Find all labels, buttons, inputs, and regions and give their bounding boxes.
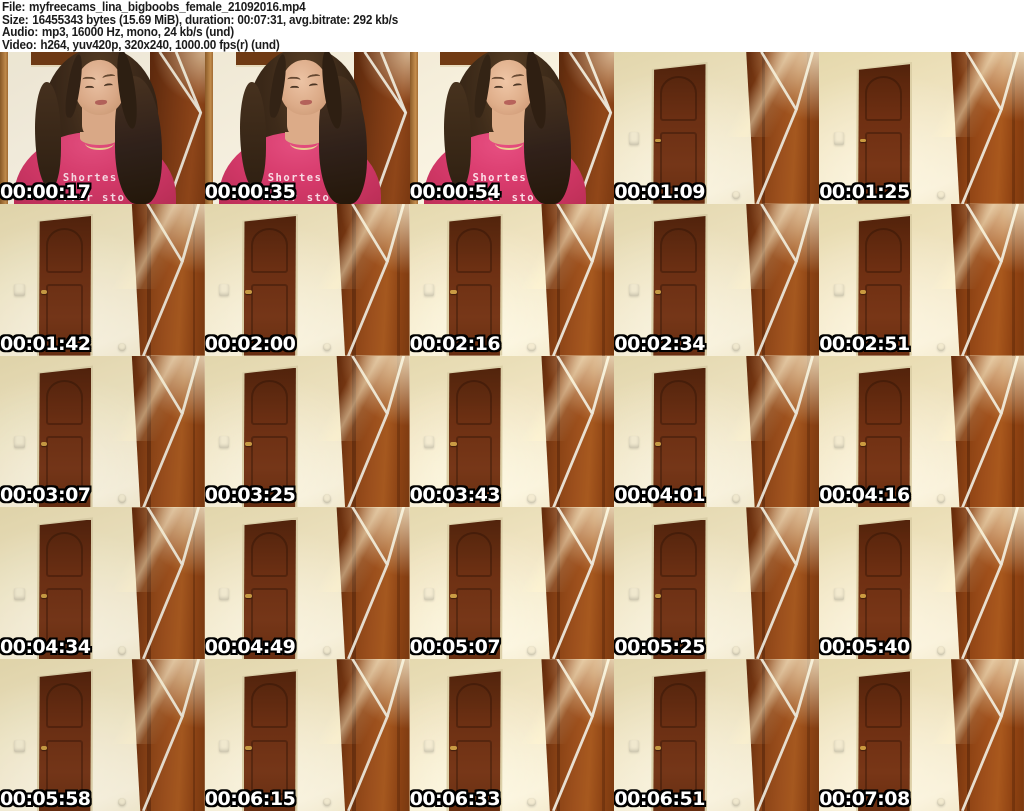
eye [102,82,113,89]
timestamp-overlay: 00:05:25 [614,636,705,659]
person-hair [444,82,472,189]
thumbnail-grid: Shortest rror sto 00:00:17 Shortest rror… [0,52,1024,811]
eyebrow [287,76,301,84]
video-thumbnail: Shortest rror sto 00:05:07 [409,507,615,660]
timestamp-overlay: 00:06:33 [409,787,501,810]
video-thumbnail: Shortest rror sto 00:00:35 [204,52,410,204]
timestamp-overlay: 00:02:16 [409,332,501,355]
eye [289,84,300,91]
file-info-header: File: myfreecams_lina_bigboobs_female_210… [0,0,1024,52]
timestamp-overlay: 00:02:51 [819,332,910,355]
necklace [84,136,114,150]
video-thumbnail: Shortest rror sto 00:04:16 [819,355,1024,508]
timestamp-overlay: 00:03:07 [0,484,91,507]
timestamp-overlay: 00:05:07 [409,636,501,659]
timestamp-overlay: 00:05:58 [0,787,91,810]
video-thumbnail: Shortest rror sto 00:05:25 [614,507,820,660]
timestamp-overlay: 00:05:40 [819,636,910,659]
eyebrow [510,73,525,82]
video-thumbnail: Shortest rror sto 00:02:34 [614,203,820,356]
video-thumbnail: Shortest rror sto 00:03:07 [0,355,205,508]
video-thumbnail: Shortest rror sto 00:03:43 [409,355,615,508]
timestamp-overlay: 00:00:54 [409,180,501,203]
video-thumbnail: Shortest rror sto 00:02:51 [819,203,1024,356]
video-thumbnail: Shortest rror sto 00:07:08 [819,659,1024,811]
video-thumbnail: Shortest rror sto 00:01:42 [0,203,205,356]
eyebrow [492,76,506,84]
eye [307,82,318,89]
video-thumbnail: Shortest rror sto 00:01:09 [614,52,820,204]
necklace [494,136,524,150]
timestamp-overlay: 00:03:25 [204,484,296,507]
video-thumbnail: Shortest rror sto 00:02:16 [409,203,615,356]
file-info-line-video: Video: h264, yuv420p, 320x240, 1000.00 fp… [2,37,963,52]
timestamp-overlay: 00:02:00 [204,332,296,355]
video-thumbnail: Shortest rror sto 00:06:51 [614,659,820,811]
video-label: Video: [2,37,37,52]
eyebrow [306,73,320,82]
video-thumbnail: Shortest rror sto 00:01:25 [819,52,1024,204]
eye [494,84,505,91]
timestamp-overlay: 00:06:51 [614,787,705,810]
timestamp-overlay: 00:03:43 [409,484,501,507]
video-thumbnail: Shortest rror sto 00:04:01 [614,355,820,508]
timestamp-overlay: 00:04:16 [819,484,910,507]
timestamp-overlay: 00:06:15 [204,787,296,810]
timestamp-overlay: 00:02:34 [614,332,705,355]
timestamp-overlay: 00:01:09 [614,180,705,203]
timestamp-overlay: 00:00:35 [204,180,296,203]
video-thumbnail: Shortest rror sto 00:05:58 [0,659,205,811]
video-thumbnail: Shortest rror sto 00:02:00 [204,203,410,356]
video-thumbnail: Shortest rror sto 00:00:17 [0,52,205,204]
lips [94,98,108,105]
lips [503,98,517,105]
timestamp-overlay: 00:01:25 [819,180,910,203]
video-contact-sheet: File: myfreecams_lina_bigboobs_female_210… [0,0,1024,811]
eyebrow [82,76,96,84]
necklace [289,136,319,150]
eye [85,84,95,91]
video-value: h264, yuv420p, 320x240, 1000.00 fps(r) (… [40,37,280,52]
timestamp-overlay: 00:04:34 [0,636,91,659]
video-thumbnail: Shortest rror sto 00:04:49 [204,507,410,660]
video-thumbnail: Shortest rror sto 00:06:33 [409,659,615,811]
video-thumbnail: Shortest rror sto 00:03:25 [204,355,410,508]
timestamp-overlay: 00:01:42 [0,332,91,355]
video-thumbnail: Shortest rror sto 00:05:40 [819,507,1024,660]
timestamp-overlay: 00:07:08 [819,787,910,810]
lips [299,98,313,105]
eye [512,82,523,89]
video-thumbnail: Shortest rror sto 00:00:54 [409,52,615,204]
eyebrow [101,73,115,82]
timestamp-overlay: 00:04:49 [204,636,296,659]
timestamp-overlay: 00:04:01 [614,484,705,507]
video-thumbnail: Shortest rror sto 00:06:15 [204,659,410,811]
video-thumbnail: Shortest rror sto 00:04:34 [0,507,205,660]
timestamp-overlay: 00:00:17 [0,180,91,203]
